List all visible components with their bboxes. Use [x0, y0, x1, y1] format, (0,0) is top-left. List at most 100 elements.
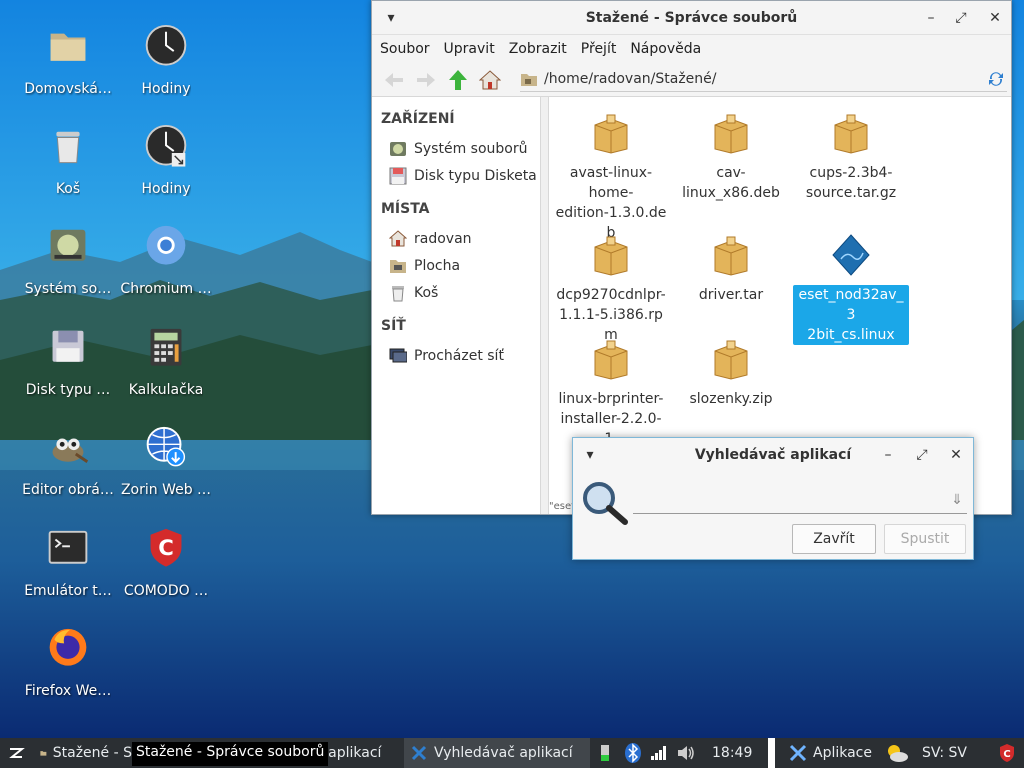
- trash-icon: [56, 131, 80, 164]
- file-name: driver.tar: [697, 285, 765, 305]
- home-button[interactable]: [474, 66, 506, 94]
- desktop-icon-terminal[interactable]: Emulátor t…: [20, 502, 116, 598]
- bluetooth-icon[interactable]: [624, 738, 644, 768]
- clock[interactable]: 18:49: [712, 738, 756, 768]
- home-icon: [479, 69, 501, 89]
- zorin-logo-icon: [9, 748, 25, 758]
- desktop-icon-floppy[interactable]: Disk typu …: [20, 301, 116, 397]
- sidebar-item-filesystem[interactable]: Systém souborů: [372, 135, 540, 162]
- desktop-icon-label: Editor obrá…: [22, 481, 114, 497]
- filesystem-icon: [390, 141, 406, 156]
- package-icon: [594, 236, 628, 276]
- up-button[interactable]: [442, 66, 474, 94]
- home-icon: [389, 229, 407, 246]
- close-icon[interactable]: ✕: [947, 446, 965, 464]
- taskbar-tooltip: Stažené - Správce souborů: [132, 742, 329, 766]
- sidebar-item-floppy[interactable]: Disk typu Disketa: [372, 162, 540, 189]
- sidebar-item-label: Disk typu Disketa: [414, 167, 537, 184]
- show-desktop-button[interactable]: [768, 738, 775, 768]
- comodo-tray-icon[interactable]: C: [998, 738, 1020, 768]
- file-name-line: driver.tar: [698, 287, 764, 303]
- desktop-icon-home[interactable]: Domovská…: [20, 0, 116, 96]
- sidebar-item-desktop[interactable]: Plocha: [372, 252, 540, 279]
- desktop-icon-chromium[interactable]: Chromium …: [118, 200, 214, 296]
- file-item[interactable]: driver.tar: [673, 219, 789, 305]
- menu-zobrazit[interactable]: Zobrazit: [509, 41, 567, 57]
- svg-text:C: C: [1003, 749, 1010, 760]
- file-item[interactable]: slozenky.zip: [673, 323, 789, 409]
- desktop-icon-filesystem[interactable]: Systém so…: [20, 200, 116, 296]
- volume-icon[interactable]: [676, 738, 696, 768]
- expand-icon[interactable]: ⇓: [951, 492, 963, 508]
- menu-upravit[interactable]: Upravit: [444, 41, 495, 57]
- file-item[interactable]: cav-linux_x86.deb: [673, 97, 789, 203]
- forward-arrow-icon: [417, 72, 435, 87]
- weather-icon[interactable]: [884, 738, 912, 768]
- run-button[interactable]: Spustit: [884, 524, 966, 554]
- network-signal-icon[interactable]: [650, 738, 670, 768]
- file-item[interactable]: linux-brprinter-installer-2.2.0-1.: [553, 323, 669, 449]
- file-name-line: source.tar.gz: [805, 185, 897, 201]
- sidebar-heading-devices: ZAŘÍZENÍ: [381, 111, 455, 127]
- firefox-icon: [49, 628, 87, 666]
- desktop-icon-comodo[interactable]: C COMODO …: [118, 502, 214, 598]
- menu-napoveda[interactable]: Nápověda: [630, 41, 701, 57]
- floppy-icon: [389, 167, 407, 184]
- app-search-input[interactable]: ⇓: [633, 490, 967, 514]
- calculator-icon: [150, 328, 182, 366]
- sidebar-splitter[interactable]: [541, 97, 548, 514]
- minimize-icon[interactable]: –: [922, 9, 940, 27]
- minimize-icon[interactable]: –: [879, 446, 897, 464]
- desktop-icon-calculator[interactable]: Kalkulačka: [118, 301, 214, 397]
- sidebar-item-radovan[interactable]: radovan: [372, 225, 540, 252]
- desktop-icon-label: Hodiny: [141, 180, 191, 196]
- sidebar-item-browse-network[interactable]: Procházet síť: [372, 342, 540, 369]
- file-name-line: cups-2.3b4-: [809, 165, 893, 181]
- file-name: slozenky.zip: [687, 389, 774, 409]
- menu-prejit[interactable]: Přejít: [581, 41, 617, 57]
- location-bar[interactable]: /home/radovan/Stažené/: [520, 66, 1007, 92]
- comodo-icon: C: [150, 528, 182, 567]
- desktop-icon-label: Koš: [55, 180, 81, 196]
- maximize-icon[interactable]: ⤢: [952, 9, 970, 27]
- toolbar: /home/radovan/Stažené/: [372, 63, 1011, 97]
- task-file-manager[interactable]: Stažené - S: [40, 738, 132, 768]
- task-partial[interactable]: č aplikací: [316, 738, 400, 768]
- file-item[interactable]: cups-2.3b4- source.tar.gz: [793, 97, 909, 203]
- package-icon: [834, 114, 868, 154]
- desktop-icon-label: Chromium …: [120, 280, 212, 296]
- zorin-menu-button[interactable]: [6, 738, 30, 768]
- folder-icon: [40, 751, 47, 756]
- sidebar-item-trash[interactable]: Koš: [372, 279, 540, 306]
- keyboard-layout[interactable]: SV: SV: [922, 738, 978, 768]
- desktop-icon-clock-link[interactable]: Hodiny: [118, 100, 214, 196]
- app-finder-titlebar[interactable]: ▾ Vyhledávač aplikací – ⤢ ✕: [573, 438, 973, 472]
- battery-icon[interactable]: [598, 738, 618, 768]
- desktop-icon-gimp[interactable]: Editor obrá…: [20, 401, 116, 497]
- applications-button[interactable]: Aplikace: [788, 738, 884, 768]
- file-item[interactable]: eset_nod32av_3 2bit_cs.linux: [793, 219, 909, 345]
- desktop-icon-firefox[interactable]: Firefox We…: [20, 602, 116, 698]
- package-icon: [714, 340, 748, 380]
- app-finder-dialog: ▾ Vyhledávač aplikací – ⤢ ✕ ⇓ Zavřít Spu…: [572, 437, 974, 560]
- desktop-icon-trash[interactable]: Koš: [20, 100, 116, 196]
- desktop-icon-label: Disk typu …: [25, 381, 111, 397]
- close-button[interactable]: Zavřít: [792, 524, 876, 554]
- menu-soubor[interactable]: Soubor: [380, 41, 430, 57]
- file-name-line: dcp9270cdnlpr-: [556, 287, 666, 303]
- desktop-icon-zorin-web[interactable]: Zorin Web …: [118, 401, 214, 497]
- file-manager-titlebar[interactable]: ▾ Stažené - Správce souborů – ⤢ ✕: [372, 1, 1011, 35]
- task-app-finder[interactable]: Vyhledávač aplikací: [404, 738, 590, 768]
- file-name-line: 2bit_cs.linux: [807, 327, 895, 343]
- task-label: Vyhledávač aplikací: [434, 745, 573, 761]
- menubar: Soubor Upravit Zobrazit Přejít Nápověda: [372, 35, 1011, 63]
- forward-button[interactable]: [410, 66, 442, 94]
- refresh-icon[interactable]: [987, 70, 1005, 88]
- location-path: /home/radovan/Stažené/: [544, 70, 717, 87]
- search-icon: [583, 482, 628, 525]
- back-button[interactable]: [378, 66, 410, 94]
- desktop-icon-clock[interactable]: Hodiny: [118, 0, 214, 96]
- file-name: eset_nod32av_3 2bit_cs.linux: [793, 285, 909, 345]
- close-icon[interactable]: ✕: [986, 9, 1004, 27]
- maximize-icon[interactable]: ⤢: [913, 446, 931, 464]
